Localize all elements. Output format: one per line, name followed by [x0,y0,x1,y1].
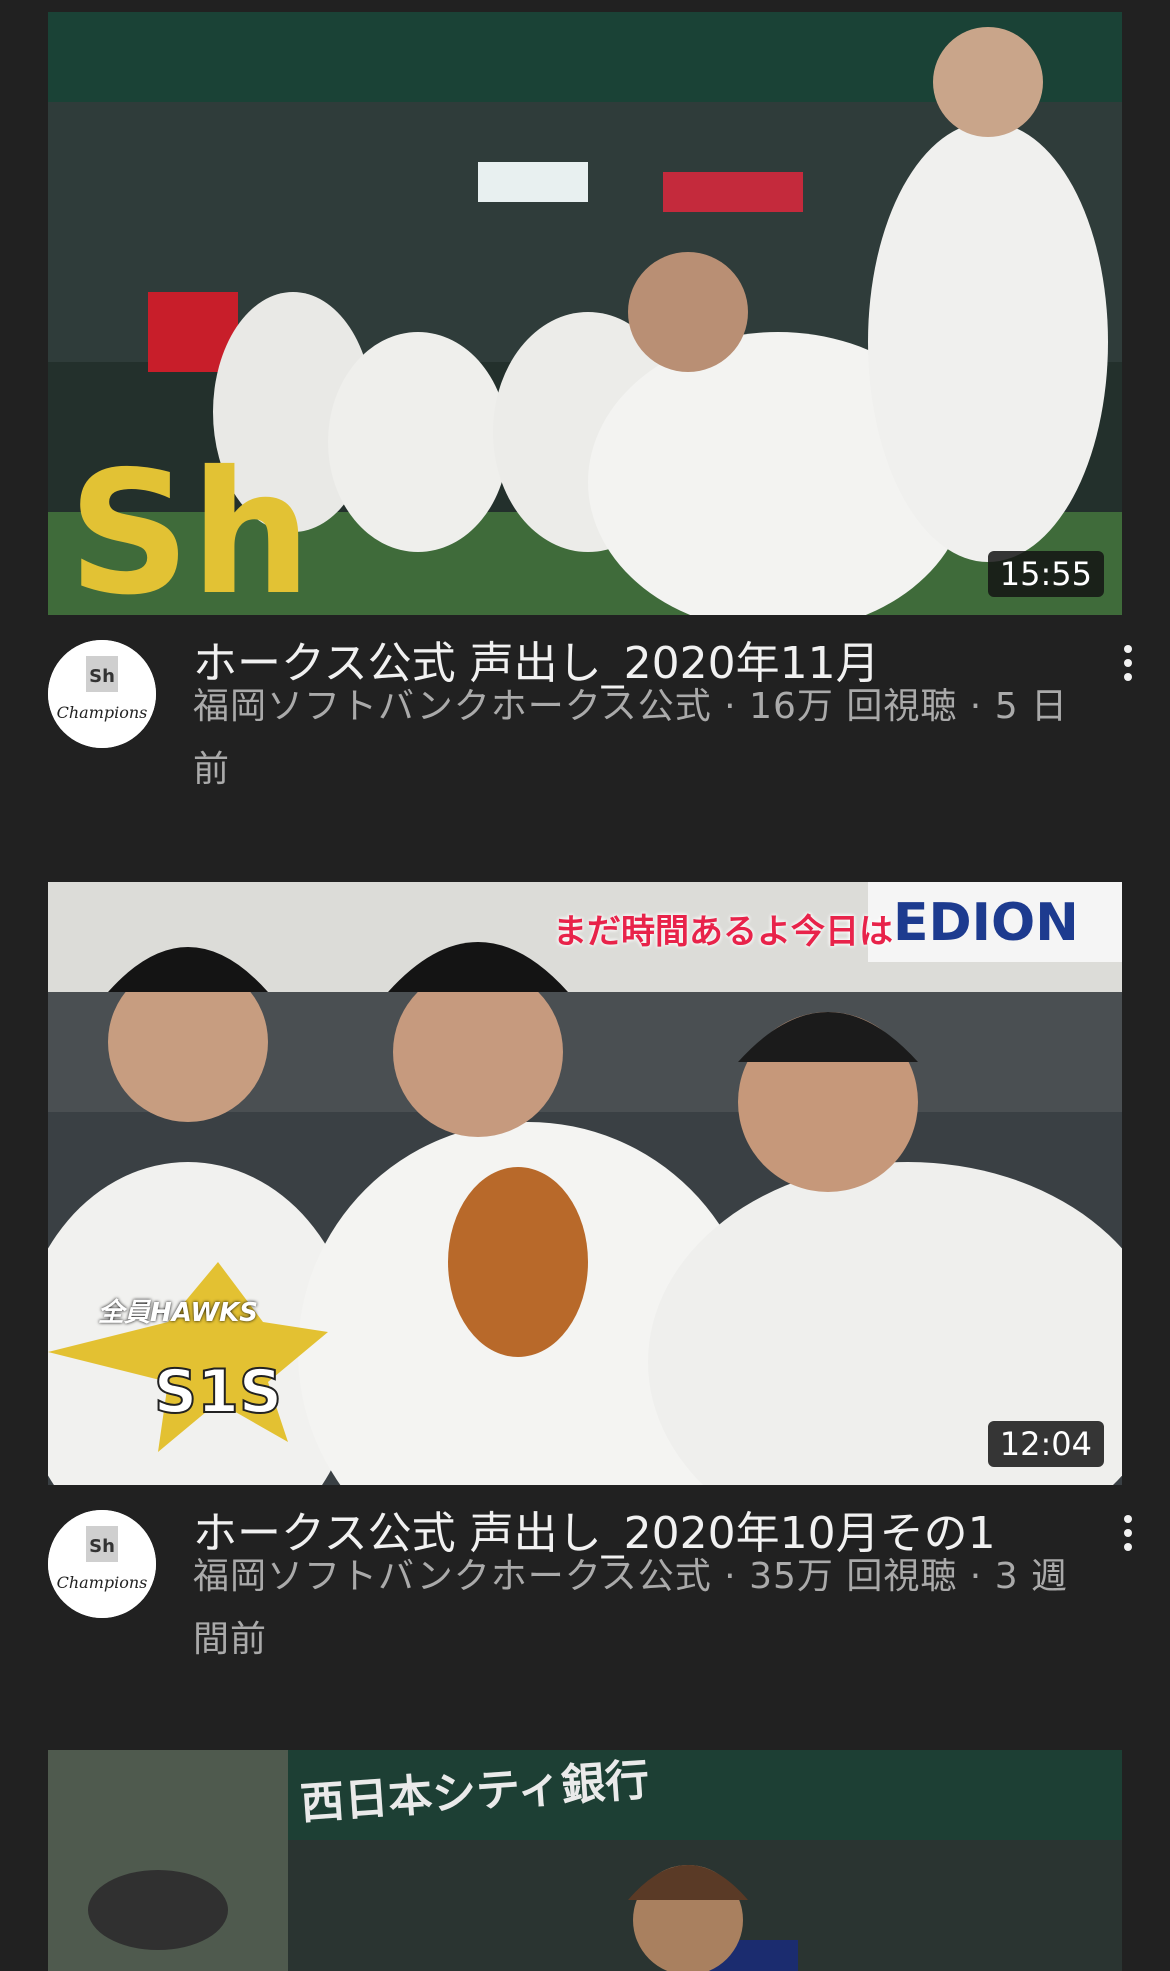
video-thumbnail[interactable]: EDION S1S まだ時間あるよ今日は 全員HAWKS 12:04 [48,882,1122,1485]
caption-overlay: まだ時間あるよ今日は [553,912,893,952]
champions-logo-icon: Sh Champions [48,1510,156,1618]
view-count: 35万 回視聴 [749,1556,958,1597]
channel-name[interactable]: 福岡ソフトバンクホークス公式 [193,1556,712,1597]
more-options-icon[interactable] [1116,1515,1140,1555]
channel-avatar[interactable]: Sh Champions [48,1510,156,1618]
svg-text:Sh: Sh [68,435,311,615]
video-duration: 12:04 [987,1421,1104,1467]
svg-text:Champions: Champions [57,1573,148,1592]
svg-text:Sh: Sh [89,666,115,687]
hawks-badge: 全員HAWKS [98,1298,259,1328]
video-feed: Sh 15:55 Sh Champions ホークス公式 声出し_2020年11… [0,0,1170,1971]
video-thumbnail[interactable]: 西日本シティ銀行 [48,1750,1122,1971]
separator-dot: · [957,1556,995,1597]
svg-text:Sh: Sh [89,1536,115,1557]
champions-logo-icon: Sh Champions [48,640,156,748]
channel-avatar[interactable]: Sh Champions [48,640,156,748]
channel-name[interactable]: 福岡ソフトバンクホークス公式 [193,686,712,727]
svg-text:S1S: S1S [154,1357,282,1427]
separator-dot: · [711,686,750,727]
more-options-icon[interactable] [1116,645,1140,685]
video-duration: 15:55 [987,551,1104,597]
players-glove-thumbnail: EDION S1S [48,882,1122,1485]
svg-text:EDION: EDION [893,893,1079,953]
view-count: 16万 回視聴 [749,686,958,727]
video-subtitle: 福岡ソフトバンクホークス公式 · 16万 回視聴 · 5 日前 [193,675,1083,801]
video-card[interactable]: 西日本シティ銀行 [0,1740,1170,1971]
dugout-huddle-thumbnail: Sh [48,12,1122,615]
video-card[interactable]: EDION S1S まだ時間あるよ今日は 全員HAWKS 12:04 Sh Ch… [0,870,1170,1740]
separator-dot: · [957,686,995,727]
video-subtitle: 福岡ソフトバンクホークス公式 · 35万 回視聴 · 3 週間前 [193,1545,1083,1671]
video-thumbnail[interactable]: Sh 15:55 [48,12,1122,615]
svg-text:Champions: Champions [57,703,148,722]
separator-dot: · [711,1556,750,1597]
video-card[interactable]: Sh 15:55 Sh Champions ホークス公式 声出し_2020年11… [0,0,1170,870]
